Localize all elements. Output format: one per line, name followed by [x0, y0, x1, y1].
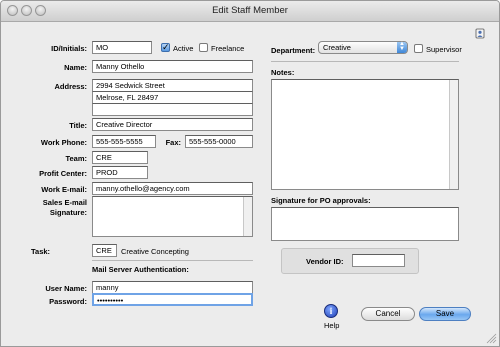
fax-label: Fax:: [165, 138, 181, 147]
po-signature-label: Signature for PO approvals:: [271, 196, 371, 205]
resize-grip[interactable]: [485, 332, 497, 344]
help-icon[interactable]: i: [324, 304, 338, 318]
address-line3-field[interactable]: [92, 103, 253, 116]
department-separator: [271, 61, 459, 62]
cancel-button[interactable]: Cancel: [361, 307, 415, 321]
user-name-label: User Name:: [45, 284, 87, 293]
title-label: Title:: [69, 121, 87, 130]
address-label: Address:: [54, 82, 87, 91]
work-email-field[interactable]: manny.othello@agency.com: [92, 182, 253, 195]
profit-center-field[interactable]: PROD: [92, 166, 148, 179]
department-popup[interactable]: Creative ▲ ▼: [318, 41, 408, 54]
supervisor-checkbox[interactable]: [414, 44, 423, 53]
id-label: ID/Initials:: [51, 44, 87, 53]
vendor-id-field[interactable]: [352, 254, 405, 267]
department-label: Department:: [271, 46, 316, 55]
task-label: Task:: [31, 247, 51, 256]
edit-staff-window: Edit Staff Member ID/Initials: MO ✓ Acti…: [0, 0, 500, 347]
department-selected: Creative: [323, 43, 351, 52]
name-label: Name:: [64, 63, 87, 72]
team-label: Team:: [65, 154, 87, 163]
task-separator: [92, 260, 253, 261]
sales-signature-area[interactable]: [92, 196, 253, 237]
title-bar: Edit Staff Member: [1, 1, 499, 22]
sales-signature-label: Sales E-mail Signature:: [42, 198, 87, 217]
save-button[interactable]: Save: [419, 307, 471, 321]
password-field[interactable]: ••••••••••: [92, 293, 253, 306]
supervisor-label: Supervisor: [426, 45, 462, 54]
freelance-checkbox[interactable]: [199, 43, 208, 52]
task-name-text: Creative Concepting: [121, 247, 189, 256]
team-field[interactable]: CRE: [92, 151, 148, 164]
notes-area[interactable]: [271, 79, 459, 190]
po-signature-area[interactable]: [271, 207, 459, 241]
help-label[interactable]: Help: [324, 321, 339, 330]
active-label: Active: [173, 44, 194, 53]
popup-arrows-icon: ▲ ▼: [397, 41, 407, 53]
title-field[interactable]: Creative Director: [92, 118, 253, 131]
work-phone-label: Work Phone:: [40, 138, 87, 147]
work-phone-field[interactable]: 555-555-5555: [92, 135, 156, 148]
window-title: Edit Staff Member: [212, 5, 288, 16]
notes-label: Notes:: [271, 68, 295, 77]
sales-signature-scrollbar[interactable]: [243, 197, 252, 236]
mail-auth-heading: Mail Server Authentication:: [92, 265, 189, 274]
vendor-id-label: Vendor ID:: [306, 257, 344, 266]
work-email-label: Work E-mail:: [41, 185, 87, 194]
task-code-field[interactable]: CRE: [92, 244, 117, 257]
profit-center-label: Profit Center:: [39, 169, 87, 178]
password-label: Password:: [49, 297, 87, 306]
active-checkbox[interactable]: ✓: [161, 43, 170, 52]
id-initials-field[interactable]: MO: [92, 41, 152, 54]
notes-scrollbar[interactable]: [449, 80, 458, 189]
name-field[interactable]: Manny Othello: [92, 60, 253, 73]
freelance-label: Freelance: [211, 44, 245, 53]
fax-field[interactable]: 555-555-0000: [185, 135, 253, 148]
contact-card-icon[interactable]: [475, 28, 485, 39]
